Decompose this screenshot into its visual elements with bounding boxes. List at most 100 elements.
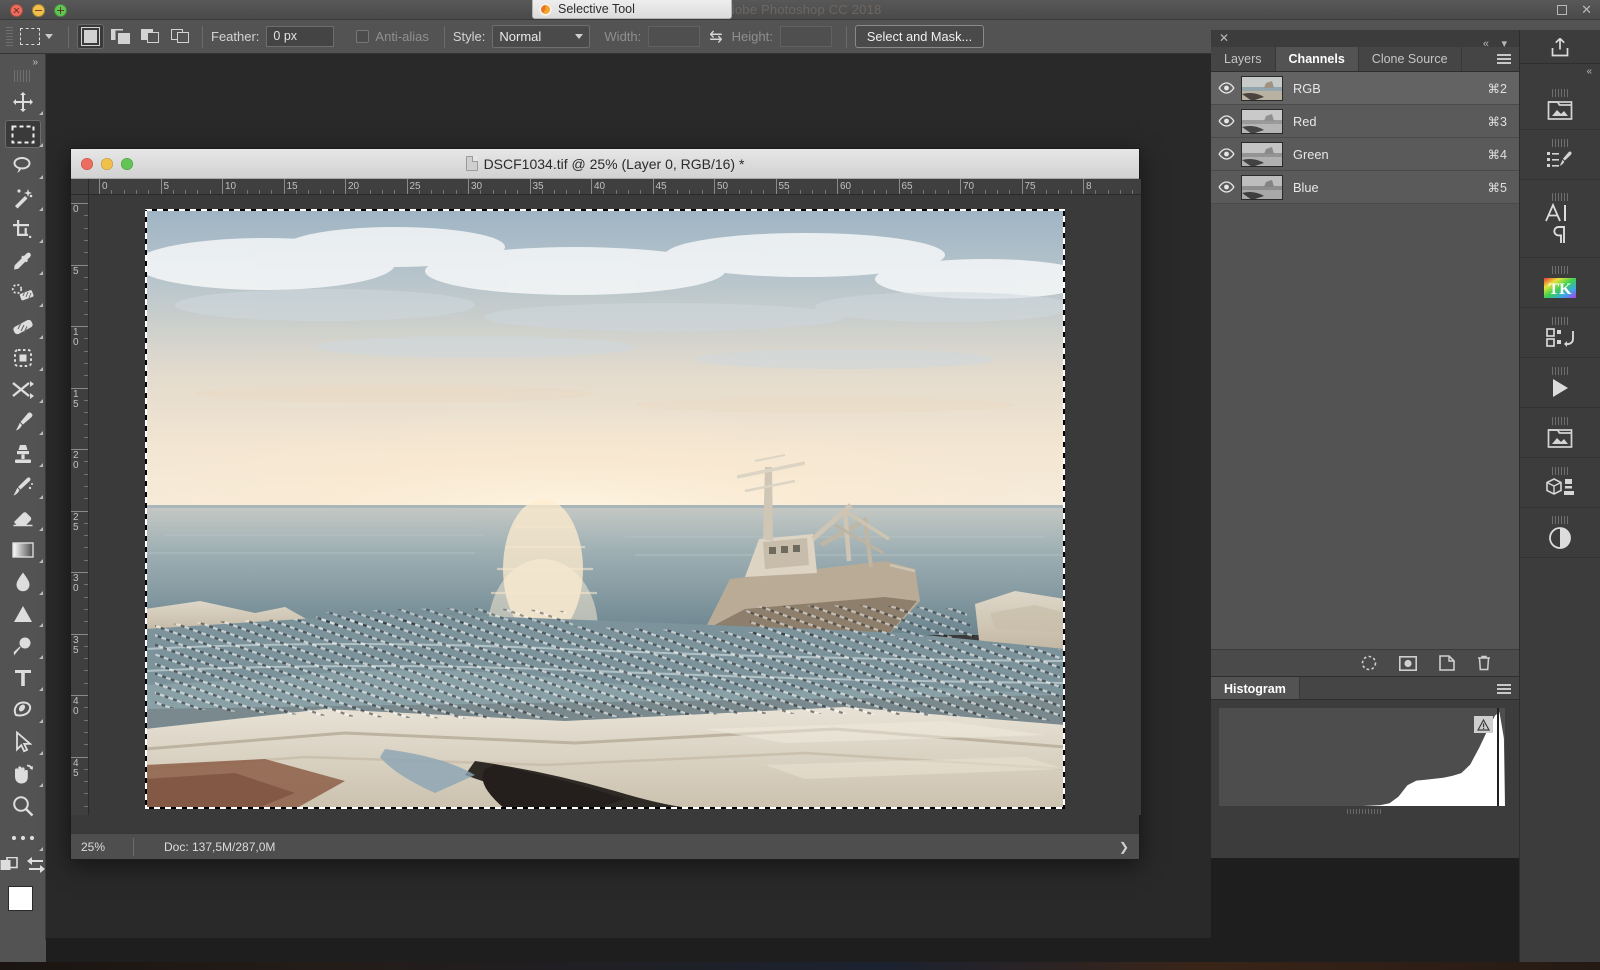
- paint-brush-tool[interactable]: [0, 406, 46, 438]
- type-tool[interactable]: [0, 662, 46, 694]
- tab-layers[interactable]: Layers: [1211, 47, 1276, 71]
- hand-tool[interactable]: [0, 758, 46, 790]
- pen-tool[interactable]: [0, 694, 46, 726]
- zoom-tool[interactable]: [0, 790, 46, 822]
- canvas-area[interactable]: [89, 195, 1141, 815]
- rectangular-marquee-tool[interactable]: [0, 118, 46, 150]
- document-maximize-button[interactable]: [121, 158, 133, 170]
- style-select[interactable]: Normal: [492, 25, 591, 48]
- quick-mask-icon[interactable]: [0, 856, 18, 874]
- panel-menu-icon[interactable]: [1497, 684, 1511, 694]
- document-status-bar: 25% Doc: 137,5M/287,0M ❯: [71, 833, 1139, 859]
- visibility-toggle-rgb[interactable]: [1211, 82, 1241, 94]
- new-selection-button[interactable]: [77, 24, 104, 49]
- visibility-toggle-red[interactable]: [1211, 115, 1241, 127]
- spot-healing-brush-tool[interactable]: [0, 278, 46, 310]
- channel-row-green[interactable]: Green ⌘4: [1211, 138, 1519, 171]
- width-input[interactable]: [648, 26, 701, 47]
- channel-row-blue[interactable]: Blue ⌘5: [1211, 171, 1519, 204]
- dock-libraries[interactable]: [1520, 80, 1600, 130]
- zoom-level-field[interactable]: 25%: [71, 840, 133, 854]
- close-icon[interactable]: ✕: [1581, 2, 1592, 18]
- lasso-tool[interactable]: [0, 150, 46, 182]
- select-and-mask-button[interactable]: Select and Mask...: [854, 25, 985, 48]
- subtract-selection-icon: [141, 29, 160, 44]
- warning-triangle-icon[interactable]: [1474, 716, 1493, 733]
- selective-tool-overlay[interactable]: Selective Tool: [532, 0, 732, 19]
- dock-actions[interactable]: [1520, 358, 1600, 408]
- height-input[interactable]: [779, 26, 832, 47]
- sharpen-tool[interactable]: [0, 598, 46, 630]
- chevron-right-icon[interactable]: ❯: [1119, 840, 1139, 854]
- dock-tk-panel[interactable]: TK: [1520, 258, 1600, 308]
- vertical-ruler[interactable]: 051 01 52 02 53 03 54 04 55 0: [71, 195, 89, 815]
- swap-arrows-icon[interactable]: ⇆: [709, 27, 722, 47]
- eraser-tool[interactable]: [0, 502, 46, 534]
- dock-character-paragraph[interactable]: [1520, 180, 1600, 258]
- subtract-from-selection-button[interactable]: [137, 24, 164, 49]
- shipwreck-photo: [145, 209, 1065, 809]
- content-aware-move-tool[interactable]: [0, 374, 46, 406]
- tab-channels[interactable]: Channels: [1275, 47, 1359, 71]
- marquee-icon: [11, 125, 35, 143]
- mask-icon[interactable]: [1399, 655, 1417, 671]
- trash-icon[interactable]: [1477, 655, 1491, 671]
- options-bar-grip[interactable]: [6, 26, 13, 47]
- foreground-color-swatch[interactable]: [8, 886, 33, 911]
- histogram-graph[interactable]: [1219, 708, 1505, 806]
- document-image[interactable]: [145, 209, 1065, 809]
- edit-toolbar-button[interactable]: [0, 822, 46, 854]
- document-icon: [465, 156, 478, 171]
- dodge-tool[interactable]: [0, 630, 46, 662]
- quick-selection-tool[interactable]: [0, 182, 46, 214]
- visibility-toggle-green[interactable]: [1211, 148, 1241, 160]
- screen-mode-icon[interactable]: [27, 857, 45, 873]
- document-minimize-button[interactable]: [101, 158, 113, 170]
- brush-tool[interactable]: [0, 310, 46, 342]
- patch-tool[interactable]: [0, 342, 46, 374]
- blur-tool[interactable]: [0, 566, 46, 598]
- dock-history[interactable]: [1520, 308, 1600, 358]
- new-page-icon[interactable]: [1439, 655, 1455, 671]
- selection-mode-group[interactable]: [77, 24, 194, 49]
- toolbar-grip[interactable]: [13, 70, 32, 82]
- foreground-background-colors[interactable]: [0, 882, 46, 928]
- dock-adjustments[interactable]: [1520, 508, 1600, 558]
- dashed-circle-icon[interactable]: [1361, 655, 1377, 671]
- share-button[interactable]: [1520, 30, 1600, 64]
- add-to-selection-button[interactable]: [107, 24, 134, 49]
- anti-alias-checkbox[interactable]: [356, 30, 370, 43]
- hand-icon: [15, 764, 33, 784]
- dock-3d[interactable]: [1520, 458, 1600, 508]
- dock-brush-settings[interactable]: [1520, 130, 1600, 180]
- current-tool-preview[interactable]: [18, 28, 60, 45]
- feather-input[interactable]: 0 px: [266, 26, 335, 47]
- tab-clone-source[interactable]: Clone Source: [1358, 47, 1462, 71]
- horizontal-ruler[interactable]: 0 5 10 15 20 25 30 35 40 45 50 55 60 65 70 75 8: [89, 179, 1141, 195]
- document-close-button[interactable]: [81, 158, 93, 170]
- clone-stamp-tool[interactable]: [0, 438, 46, 470]
- document-window-controls[interactable]: [81, 158, 133, 170]
- gradient-tool[interactable]: [0, 534, 46, 566]
- square-icon[interactable]: [1557, 5, 1568, 15]
- window-right-controls[interactable]: ✕: [1557, 2, 1592, 18]
- dock-collapse-button[interactable]: «: [1520, 64, 1600, 80]
- move-tool[interactable]: [0, 86, 46, 118]
- intersect-selection-button[interactable]: [167, 24, 194, 49]
- toolbar-expand-button[interactable]: »: [0, 54, 45, 70]
- document-window: DSCF1034.tif @ 25% (Layer 0, RGB/16) * 0…: [70, 148, 1141, 860]
- channel-row-rgb[interactable]: RGB ⌘2: [1211, 72, 1519, 105]
- channel-row-red[interactable]: Red ⌘3: [1211, 105, 1519, 138]
- document-title-bar[interactable]: DSCF1034.tif @ 25% (Layer 0, RGB/16) *: [71, 149, 1139, 179]
- tab-histogram[interactable]: Histogram: [1211, 677, 1300, 699]
- document-title: DSCF1034.tif @ 25% (Layer 0, RGB/16) *: [483, 155, 745, 172]
- chevron-down-icon[interactable]: [45, 34, 53, 39]
- dock-libraries-2[interactable]: [1520, 408, 1600, 458]
- close-icon[interactable]: ✕: [1211, 30, 1519, 47]
- eyedropper-tool[interactable]: [0, 246, 46, 278]
- visibility-toggle-blue[interactable]: [1211, 181, 1241, 193]
- panel-menu-icon[interactable]: [1497, 54, 1511, 64]
- crop-tool[interactable]: [0, 214, 46, 246]
- path-selection-tool[interactable]: [0, 726, 46, 758]
- history-brush-tool[interactable]: [0, 470, 46, 502]
